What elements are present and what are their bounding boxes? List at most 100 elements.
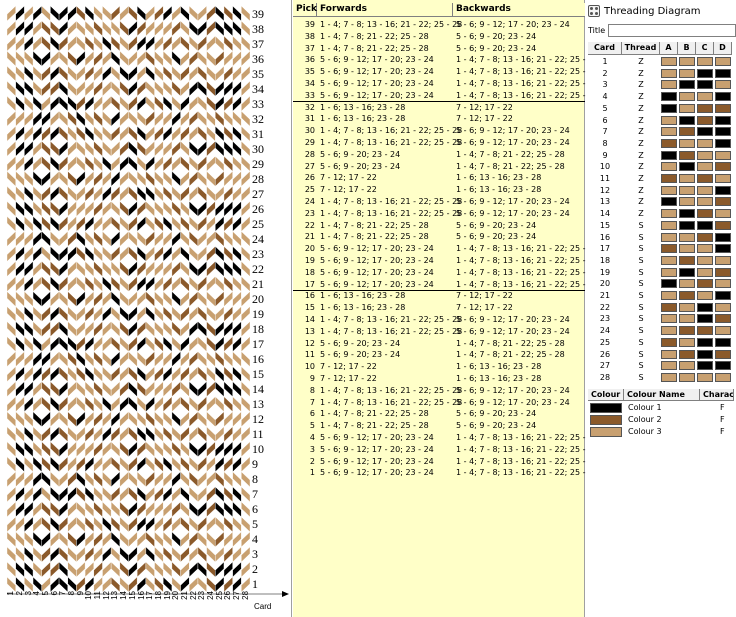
hole-d-colour-swatch[interactable] xyxy=(715,232,731,242)
hole-b-colour-swatch[interactable] xyxy=(679,127,695,137)
hole-d-colour-swatch[interactable] xyxy=(715,68,731,78)
hole-a-colour-swatch[interactable] xyxy=(661,138,677,148)
pick-row[interactable]: 45 - 6; 9 - 12; 17 - 20; 23 - 24 1 - 4; 7… xyxy=(293,432,598,444)
hole-d-colour-swatch[interactable] xyxy=(715,185,731,195)
hole-c-colour-swatch[interactable] xyxy=(697,103,713,113)
hole-d-colour-swatch[interactable] xyxy=(715,115,731,125)
hole-c-colour-swatch[interactable] xyxy=(697,174,713,183)
hole-c-colour-swatch[interactable] xyxy=(697,162,713,172)
pick-row[interactable]: 31 1 - 6; 13 - 16; 23 - 28 7 - 12; 17 - 22 xyxy=(293,113,585,125)
hole-d-colour-swatch[interactable] xyxy=(715,57,731,66)
hole-b-colour-swatch[interactable] xyxy=(679,302,695,312)
pick-row[interactable]: 17 5 - 6; 9 - 12; 17 - 20; 23 - 24 1 - 4; … xyxy=(293,279,598,291)
hole-d-colour-swatch[interactable] xyxy=(715,279,731,289)
hole-a-colour-swatch[interactable] xyxy=(661,349,677,359)
hole-c-colour-swatch[interactable] xyxy=(697,138,713,148)
thread-direction[interactable]: S xyxy=(622,349,660,360)
pick-row[interactable]: 16 1 - 6; 13 - 16; 23 - 28 7 - 12; 17 - 22 xyxy=(293,290,585,302)
hole-d-colour-swatch[interactable] xyxy=(715,162,731,172)
hole-b-colour-swatch[interactable] xyxy=(679,361,695,371)
pick-row[interactable]: 34 5 - 6; 9 - 12; 17 - 20; 23 - 24 1 - 4; … xyxy=(293,78,598,90)
pick-row[interactable]: 36 5 - 6; 9 - 12; 17 - 20; 23 - 24 1 - 4; … xyxy=(293,54,598,66)
threading-row[interactable]: 20 S xyxy=(588,278,734,289)
threading-row[interactable]: 4Z xyxy=(588,91,734,102)
colour-swatch[interactable] xyxy=(590,427,622,437)
threading-row[interactable]: 28 S xyxy=(588,372,734,383)
pick-row[interactable]: 71 - 4; 7 - 8; 13 - 16; 21 - 22; 25 - 28… xyxy=(293,397,585,409)
pick-row[interactable]: 30 1 - 4; 7 - 8; 13 - 16; 21 - 22; 25 - 2… xyxy=(293,125,585,137)
pick-row[interactable]: 35 - 6; 9 - 12; 17 - 20; 23 - 24 1 - 4; 7… xyxy=(293,444,598,456)
hole-d-colour-swatch[interactable] xyxy=(715,150,731,160)
pick-row[interactable]: 18 5 - 6; 9 - 12; 17 - 20; 23 - 24 1 - 4; … xyxy=(293,267,598,279)
threading-row[interactable]: 3Z xyxy=(588,79,734,90)
pick-row[interactable]: 51 - 4; 7 - 8; 21 - 22; 25 - 28 5 - 6; 9 … xyxy=(293,420,585,432)
hole-a-colour-swatch[interactable] xyxy=(661,232,677,242)
hole-a-colour-swatch[interactable] xyxy=(661,291,677,300)
colour-swatch[interactable] xyxy=(590,403,622,413)
threading-row[interactable]: 2Z xyxy=(588,68,734,79)
column-header-hole-d[interactable]: D xyxy=(714,42,732,54)
hole-d-colour-swatch[interactable] xyxy=(715,80,731,90)
threading-row[interactable]: 14 Z xyxy=(588,208,734,219)
pick-row[interactable]: 32 1 - 6; 13 - 16; 23 - 28 7 - 12; 17 - 22 xyxy=(293,102,585,114)
hole-b-colour-swatch[interactable] xyxy=(679,185,695,195)
hole-c-colour-swatch[interactable] xyxy=(697,92,713,102)
hole-d-colour-swatch[interactable] xyxy=(715,92,731,102)
hole-b-colour-swatch[interactable] xyxy=(679,162,695,172)
pick-row[interactable]: 26 7 - 12; 17 - 22 1 - 6; 13 - 16; 23 - 28 xyxy=(293,172,585,184)
hole-a-colour-swatch[interactable] xyxy=(661,185,677,195)
colour-row[interactable]: Colour 3F xyxy=(588,426,734,438)
thread-direction[interactable]: S xyxy=(622,278,660,289)
thread-direction[interactable]: S xyxy=(622,325,660,336)
hole-b-colour-swatch[interactable] xyxy=(679,197,695,207)
pick-row[interactable]: 12 5 - 6; 9 - 20; 23 - 24 1 - 4; 7 - 8; 21… xyxy=(293,338,585,350)
hole-b-colour-swatch[interactable] xyxy=(679,326,695,336)
thread-direction[interactable]: S xyxy=(622,243,660,254)
hole-a-colour-swatch[interactable] xyxy=(661,255,677,265)
pick-row[interactable]: 21 1 - 4; 7 - 8; 21 - 22; 25 - 28 5 - 6; 9… xyxy=(293,231,585,243)
hole-d-colour-swatch[interactable] xyxy=(715,337,731,347)
hole-c-colour-swatch[interactable] xyxy=(697,337,713,347)
column-header-colour[interactable]: Colour xyxy=(588,389,624,400)
threading-row[interactable]: 26 S xyxy=(588,349,734,360)
hole-c-colour-swatch[interactable] xyxy=(697,209,713,219)
hole-a-colour-swatch[interactable] xyxy=(661,150,677,160)
hole-c-colour-swatch[interactable] xyxy=(697,361,713,371)
threading-row[interactable]: 16 S xyxy=(588,232,734,243)
hole-b-colour-swatch[interactable] xyxy=(679,92,695,102)
pick-row[interactable]: 22 1 - 4; 7 - 8; 21 - 22; 25 - 28 5 - 6; 9… xyxy=(293,220,585,232)
woven-pattern-preview[interactable] xyxy=(0,0,292,617)
hole-b-colour-swatch[interactable] xyxy=(679,138,695,148)
hole-c-colour-swatch[interactable] xyxy=(697,372,713,382)
threading-row[interactable]: 8Z xyxy=(588,138,734,149)
threading-diagram-titlebar[interactable]: Threading Diagram xyxy=(586,2,736,20)
hole-c-colour-swatch[interactable] xyxy=(697,279,713,289)
hole-b-colour-swatch[interactable] xyxy=(679,349,695,359)
title-input[interactable] xyxy=(608,24,736,37)
hole-d-colour-swatch[interactable] xyxy=(715,127,731,137)
hole-c-colour-swatch[interactable] xyxy=(697,80,713,90)
thread-direction[interactable]: Z xyxy=(622,138,660,149)
pick-row[interactable]: 13 1 - 4; 7 - 8; 13 - 16; 21 - 22; 25 - 2… xyxy=(293,326,585,338)
pick-row[interactable]: 25 7 - 12; 17 - 22 1 - 6; 13 - 16; 23 - 28 xyxy=(293,184,585,196)
hole-c-colour-swatch[interactable] xyxy=(697,115,713,125)
hole-d-colour-swatch[interactable] xyxy=(715,209,731,219)
hole-d-colour-swatch[interactable] xyxy=(715,326,731,336)
hole-c-colour-swatch[interactable] xyxy=(697,267,713,277)
threading-row[interactable]: 21 S xyxy=(588,290,734,301)
hole-d-colour-swatch[interactable] xyxy=(715,372,731,382)
threading-row[interactable]: 17 S xyxy=(588,243,734,254)
pick-row[interactable]: 25 - 6; 9 - 12; 17 - 20; 23 - 24 1 - 4; 7… xyxy=(293,456,598,468)
threading-row[interactable]: 7Z xyxy=(588,126,734,137)
hole-a-colour-swatch[interactable] xyxy=(661,174,677,183)
hole-a-colour-swatch[interactable] xyxy=(661,162,677,172)
pick-row[interactable]: 10 7 - 12; 17 - 22 1 - 6; 13 - 16; 23 - 28 xyxy=(293,361,585,373)
hole-c-colour-swatch[interactable] xyxy=(697,255,713,265)
hole-a-colour-swatch[interactable] xyxy=(661,80,677,90)
thread-direction[interactable]: S xyxy=(622,232,660,243)
hole-d-colour-swatch[interactable] xyxy=(715,302,731,312)
hole-b-colour-swatch[interactable] xyxy=(679,244,695,254)
hole-a-colour-swatch[interactable] xyxy=(661,57,677,66)
column-header-card[interactable]: Card xyxy=(588,42,622,54)
hole-d-colour-swatch[interactable] xyxy=(715,314,731,324)
